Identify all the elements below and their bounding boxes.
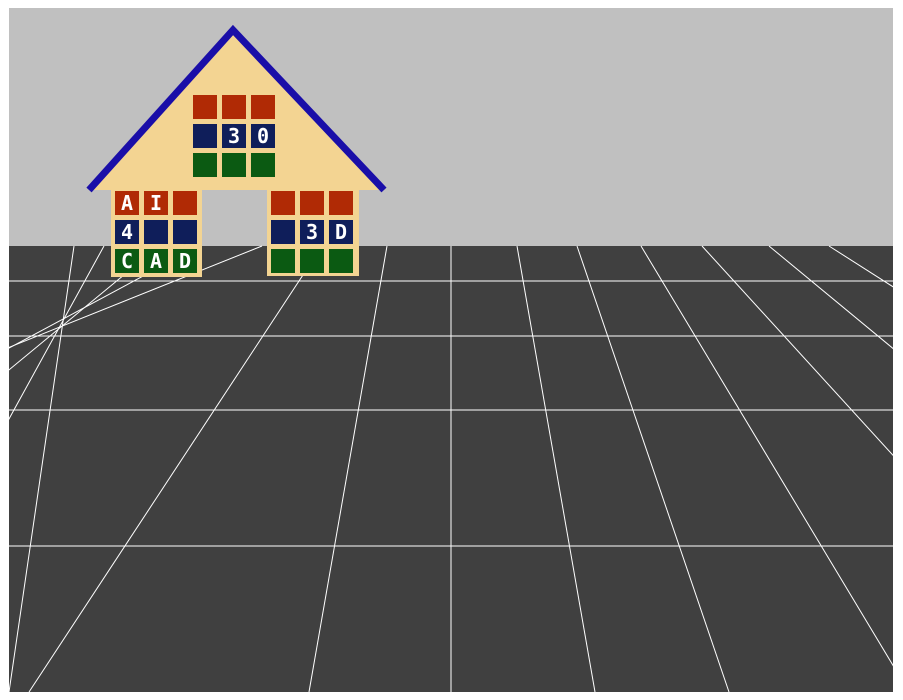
roof-block-tile	[193, 124, 217, 148]
roof-block-tile	[222, 153, 246, 177]
tile-glyph: D	[179, 249, 191, 273]
right-block-tile	[271, 249, 295, 273]
tile-glyph: 3	[306, 220, 318, 244]
tile-glyph: I	[150, 191, 162, 215]
right-block-tile	[329, 249, 353, 273]
tile-glyph: C	[121, 249, 133, 273]
left-block-tile	[144, 220, 168, 244]
tile-glyph: A	[121, 191, 133, 215]
roof-block-tile	[251, 95, 275, 119]
tile-glyph: A	[150, 249, 162, 273]
3d-viewport[interactable]: 30AI4CAD3D	[9, 8, 893, 692]
roof-block-tile	[251, 153, 275, 177]
tile-glyph: 4	[121, 220, 133, 244]
right-block-tile	[300, 191, 324, 215]
right-block-tile	[300, 249, 324, 273]
roof-block-tile	[193, 95, 217, 119]
right-block-tile	[271, 220, 295, 244]
right-block-tile	[329, 191, 353, 215]
left-block-tile	[173, 191, 197, 215]
right-block-tile	[271, 191, 295, 215]
roof-block-tile	[193, 153, 217, 177]
tile-glyph: 0	[257, 124, 269, 148]
scene-canvas[interactable]: 3 0A I4C A D3 D	[9, 8, 893, 692]
tile-glyph: 3	[228, 124, 240, 148]
left-block-tile	[173, 220, 197, 244]
roof-block-tile	[222, 95, 246, 119]
tile-glyph: D	[335, 220, 347, 244]
